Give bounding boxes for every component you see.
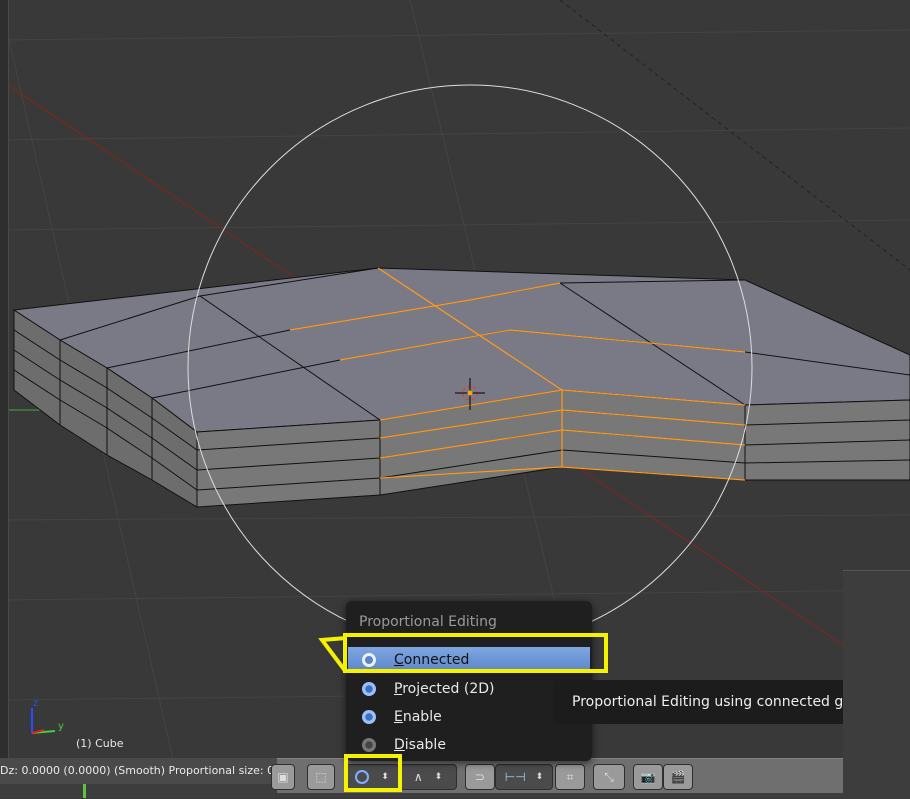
highlight-box (344, 754, 402, 792)
tooltip: Proportional Editing using connected geo… (553, 680, 843, 724)
right-area (843, 570, 910, 799)
render-animation-icon[interactable]: 🎬 (663, 764, 693, 790)
falloff-dropdown[interactable]: ∧ ⬍ (399, 764, 457, 790)
falloff-icon: ∧ (413, 770, 423, 784)
timeline[interactable] (0, 784, 277, 798)
proportional-enable-icon (362, 710, 376, 724)
view-guide (559, 0, 910, 271)
snap-magnet-icon[interactable]: ⊃ (465, 764, 495, 790)
current-frame-marker[interactable] (83, 784, 86, 798)
highlight-box (343, 633, 608, 673)
left-panel-edge (0, 0, 9, 758)
snap-element-icon: ⊢⊣ (504, 770, 526, 784)
updown-icon: ⬍ (535, 772, 544, 782)
cube-mesh[interactable] (12, 267, 910, 508)
opengl-render-icon[interactable]: 📷 (633, 764, 663, 790)
proportional-disable-icon (362, 738, 376, 752)
snap-target-icon[interactable]: ⤡ (593, 764, 625, 790)
updown-icon: ⬍ (434, 772, 443, 782)
pivot-icon[interactable]: ⬚ (307, 764, 335, 790)
object-shading-icon[interactable]: ▣ (271, 764, 295, 790)
snap-element-dropdown[interactable]: ⊢⊣ ⬍ (495, 764, 553, 790)
highlight-pointer (318, 636, 348, 674)
proportional-projected-icon (362, 682, 376, 696)
menu-title: Proportional Editing (359, 614, 497, 630)
svg-text:y: y (58, 721, 64, 732)
object-label: (1) Cube (76, 737, 124, 750)
status-bar: Dz: 0.0000 (0.0000) (Smooth) Proportiona… (0, 758, 277, 784)
svg-text:z: z (33, 698, 38, 709)
snap-target-icon[interactable]: ⌗ (555, 764, 585, 790)
axis-gizmo: z y (31, 698, 64, 734)
